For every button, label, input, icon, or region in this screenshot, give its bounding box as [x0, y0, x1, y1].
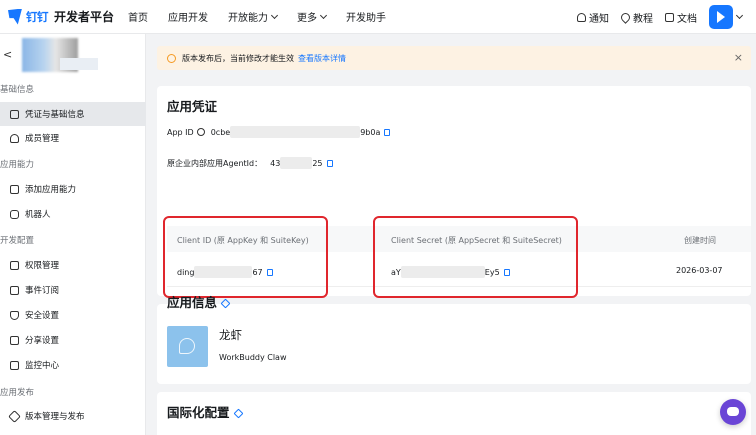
chevron-down-icon — [270, 11, 279, 19]
app-info-heading: 应用信息 — [167, 292, 231, 311]
sidebar-item-robot[interactable]: 机器人 — [0, 202, 146, 226]
credentials-title: 应用凭证 — [167, 99, 218, 114]
robot-icon — [10, 209, 19, 219]
nav-home[interactable]: 首页 — [128, 9, 148, 24]
main-nav: 首页 应用开发 开放能力 更多 开发助手 — [128, 9, 406, 24]
app-id-suffix: 9b0a — [360, 127, 381, 137]
sidebar-item-permissions[interactable]: 权限管理 — [0, 253, 146, 277]
edit-icon[interactable] — [233, 408, 243, 419]
agent-id-prefix: 43 — [270, 158, 281, 168]
shield-icon — [10, 310, 19, 320]
nav-open-ability[interactable]: 开放能力 — [228, 9, 279, 24]
sidebar-item-credentials[interactable]: 凭证与基础信息 — [0, 102, 146, 126]
top-navigation-bar: 钉钉 开发者平台 首页 应用开发 开放能力 更多 开发助手 通知 教程 文档 — [0, 0, 756, 34]
location-pin-icon — [619, 10, 632, 24]
sidebar-group-basic: 基础信息 — [0, 85, 35, 95]
credential-icon — [10, 109, 19, 119]
lock-icon — [10, 260, 19, 270]
logo-text: 钉钉 — [26, 9, 49, 24]
sidebar-item-version[interactable]: 版本管理与发布 — [0, 404, 146, 428]
sidebar-item-events[interactable]: 事件订阅 — [0, 278, 146, 302]
back-arrow-icon[interactable]: < — [3, 48, 12, 61]
nav-more[interactable]: 更多 — [297, 9, 328, 24]
bell-icon — [577, 12, 586, 22]
created-time-value: 2026-03-07 — [676, 266, 723, 275]
agent-id-row: 原企业内部应用AgentId： 43 25 — [167, 157, 333, 169]
sidebar-group-ability: 应用能力 — [0, 160, 35, 170]
platform-brand: 开发者平台 — [54, 10, 115, 24]
view-version-link[interactable]: 查看版本详情 — [298, 53, 346, 64]
book-icon — [665, 12, 674, 22]
docs-button[interactable]: 文档 — [665, 10, 697, 25]
app-name: 龙虾 — [219, 328, 242, 342]
sidebar-item-members[interactable]: 成员管理 — [0, 126, 146, 150]
app-subtitle: WorkBuddy Claw — [219, 353, 287, 362]
app-id-prefix: 0cbe — [210, 127, 231, 137]
i18n-card: 国际化配置 — [157, 392, 751, 435]
sidebar-item-add-ability[interactable]: 添加应用能力 — [0, 177, 146, 201]
dingtalk-logo[interactable]: 钉钉 开发者平台 — [8, 8, 128, 25]
sidebar-group-dev-config: 开发配置 — [0, 236, 35, 246]
chevron-down-icon — [319, 11, 328, 19]
dingtalk-logo-icon — [8, 8, 22, 25]
i18n-heading: 国际化配置 — [167, 402, 243, 421]
top-right-tools: 通知 教程 文档 — [577, 0, 756, 34]
app-id-masked — [230, 126, 361, 138]
app-switcher-button[interactable] — [709, 5, 733, 29]
add-ability-icon — [10, 184, 19, 194]
monitor-icon — [10, 360, 19, 370]
notice-text: 版本发布后，当前修改才能生效 — [182, 53, 294, 63]
sidebar: < 基础信息 凭证与基础信息 成员管理 应用能力 添加应用能力 机器人 开发配置… — [0, 34, 146, 435]
agent-id-masked — [280, 157, 313, 169]
main-content: 版本发布后，当前修改才能生效 查看版本详情 × 应用凭证 App ID 0cbe… — [146, 34, 756, 435]
help-icon[interactable] — [196, 128, 205, 136]
sidebar-item-security[interactable]: 安全设置 — [0, 303, 146, 327]
edit-icon[interactable] — [220, 298, 231, 309]
event-icon — [10, 285, 19, 295]
release-notice-banner: 版本发布后，当前修改才能生效 查看版本详情 × — [157, 46, 751, 70]
member-icon — [10, 133, 19, 143]
nav-dev-assistant[interactable]: 开发助手 — [346, 9, 386, 24]
sidebar-item-monitor[interactable]: 监控中心 — [0, 353, 146, 377]
agent-id-suffix: 25 — [312, 158, 323, 168]
app-info-card: 应用信息 龙虾 WorkBuddy Claw — [157, 295, 751, 384]
client-secret-highlight — [373, 216, 578, 298]
tutorial-button[interactable]: 教程 — [619, 10, 653, 25]
version-icon — [8, 409, 21, 423]
app-id-row: App ID 0cbe 9b0a — [167, 126, 391, 138]
warning-icon — [167, 53, 176, 63]
client-id-highlight — [163, 216, 328, 298]
share-icon — [10, 335, 19, 345]
copy-icon[interactable] — [326, 159, 333, 167]
app-icon-image — [167, 326, 208, 367]
app-name-blurred — [60, 58, 98, 70]
nav-app-dev[interactable]: 应用开发 — [168, 9, 208, 24]
assistant-chat-button[interactable] — [720, 399, 746, 425]
chevron-down-icon[interactable] — [735, 11, 744, 20]
close-icon[interactable]: × — [734, 51, 743, 64]
notification-button[interactable]: 通知 — [577, 10, 609, 25]
col-created-time: 创建时间 — [684, 236, 716, 245]
sidebar-group-release: 应用发布 — [0, 388, 35, 398]
sidebar-item-share[interactable]: 分享设置 — [0, 328, 146, 352]
credentials-card: 应用凭证 App ID 0cbe 9b0a 原企业内部应用AgentId： 43… — [157, 86, 751, 298]
copy-icon[interactable] — [384, 128, 391, 136]
